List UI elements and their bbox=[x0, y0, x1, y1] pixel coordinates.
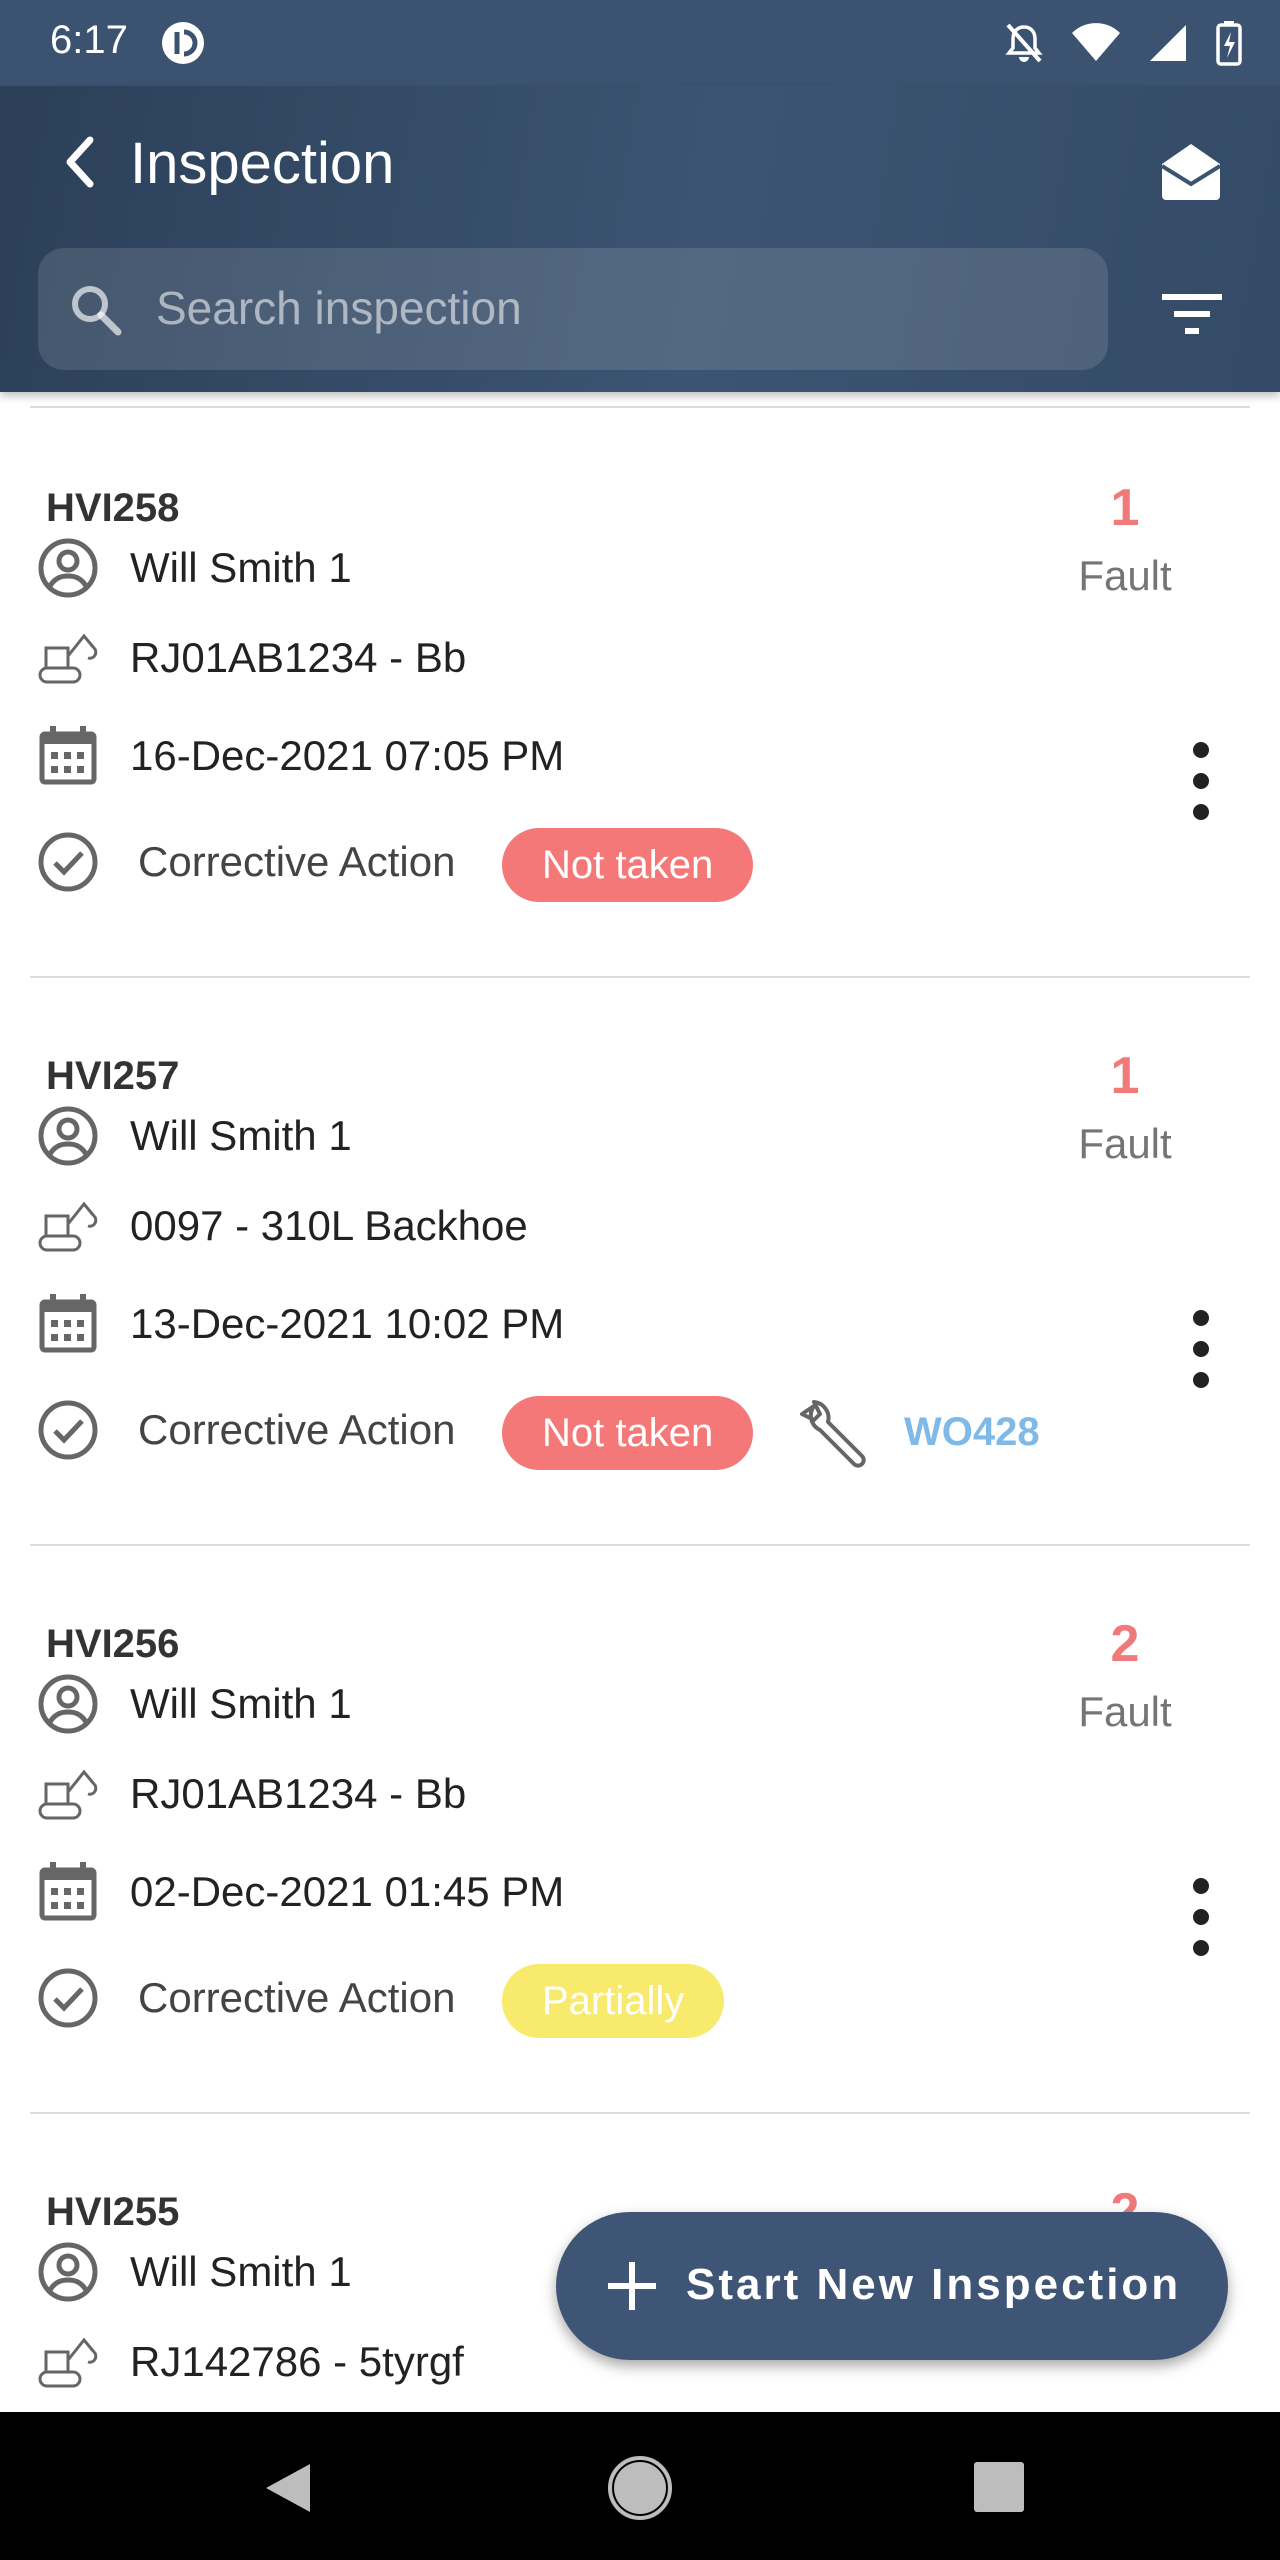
excavator-icon bbox=[38, 1769, 98, 1820]
page-title: Inspection bbox=[130, 131, 395, 196]
inspection-id: HVI256 bbox=[46, 1622, 180, 1666]
wifi-icon bbox=[1072, 23, 1120, 61]
calendar-icon bbox=[39, 1862, 97, 1921]
inspection-id: HVI255 bbox=[46, 2190, 180, 2234]
inspection-card[interactable]: HVI256 2 Fault Will Smith 1 RJ01AB1234 -… bbox=[0, 1546, 1280, 2114]
app-notification-icon bbox=[162, 22, 204, 64]
status-badge: Partially bbox=[502, 1964, 725, 2038]
excavator-icon bbox=[38, 633, 98, 684]
vehicle-row: RJ01AB1234 - Bb bbox=[0, 618, 1000, 698]
nav-back-icon[interactable] bbox=[252, 2452, 324, 2524]
date-row: 16-Dec-2021 07:05 PM bbox=[0, 716, 1000, 796]
mail-open-icon[interactable] bbox=[1158, 138, 1224, 204]
check-circle-icon bbox=[38, 832, 98, 892]
inspector-name: Will Smith 1 bbox=[130, 544, 352, 591]
work-order-link[interactable]: WO428 bbox=[904, 1410, 1040, 1455]
status-time: 6:17 bbox=[50, 18, 128, 62]
status-icons bbox=[1004, 20, 1242, 66]
inspection-card[interactable]: HVI258 1 Fault Will Smith 1 RJ01AB1234 -… bbox=[0, 410, 1280, 978]
inspection-date: 13-Dec-2021 10:02 PM bbox=[130, 1300, 565, 1347]
inspection-id: HVI257 bbox=[46, 1054, 180, 1098]
user-circle-icon bbox=[38, 2242, 98, 2302]
inspection-id: HVI258 bbox=[46, 486, 180, 530]
inspector-name: Will Smith 1 bbox=[130, 2248, 352, 2295]
app-screen: 6:17 Inspection Search inspection HVI258… bbox=[0, 0, 1280, 2560]
inspector-name: Will Smith 1 bbox=[130, 1112, 352, 1159]
fault-label: Fault bbox=[1078, 1688, 1172, 1735]
search-bar[interactable] bbox=[38, 248, 1108, 370]
status-badge: Not taken bbox=[502, 1396, 754, 1470]
user-circle-icon bbox=[38, 538, 98, 598]
inspector-row: Will Smith 1 bbox=[0, 1664, 1000, 1744]
user-circle-icon bbox=[38, 1674, 98, 1734]
nav-home-icon[interactable] bbox=[604, 2452, 676, 2524]
signal-icon bbox=[1150, 25, 1186, 61]
plus-icon bbox=[608, 2262, 656, 2310]
fault-count: 2 bbox=[1110, 1615, 1140, 1673]
vehicle-row: RJ01AB1234 - Bb bbox=[0, 1754, 1000, 1834]
corrective-action-row: Corrective Action Partially bbox=[0, 1958, 1200, 2038]
inspection-date: 02-Dec-2021 01:45 PM bbox=[130, 1868, 565, 1915]
status-bar: 6:17 bbox=[0, 0, 1280, 86]
corrective-action-row: Corrective Action Not taken WO428 bbox=[0, 1390, 1200, 1470]
more-options-icon[interactable] bbox=[1180, 1304, 1222, 1394]
more-options-icon[interactable] bbox=[1180, 736, 1222, 826]
search-icon bbox=[72, 286, 122, 336]
notifications-off-icon bbox=[1005, 23, 1043, 63]
vehicle-name: RJ01AB1234 - Bb bbox=[130, 634, 467, 681]
start-new-inspection-label: Start New Inspection bbox=[686, 2260, 1182, 2309]
calendar-icon bbox=[39, 1294, 97, 1353]
inspection-card[interactable]: HVI257 1 Fault Will Smith 1 0097 - 310L … bbox=[0, 978, 1280, 1546]
list-divider bbox=[30, 406, 1250, 408]
excavator-icon bbox=[38, 1201, 98, 1252]
back-arrow-icon[interactable] bbox=[52, 132, 112, 192]
fault-count: 1 bbox=[1110, 1047, 1140, 1105]
inspector-name: Will Smith 1 bbox=[130, 1680, 352, 1727]
more-options-icon[interactable] bbox=[1180, 1872, 1222, 1962]
excavator-icon bbox=[38, 2337, 98, 2388]
inspector-row: Will Smith 1 bbox=[0, 1096, 1000, 1176]
start-new-inspection-button[interactable]: Start New Inspection bbox=[556, 2212, 1228, 2360]
vehicle-name: RJ01AB1234 - Bb bbox=[130, 1770, 467, 1817]
system-navigation-bar bbox=[0, 2412, 1280, 2560]
vehicle-name: 0097 - 310L Backhoe bbox=[130, 1202, 528, 1249]
inspector-row: Will Smith 1 bbox=[0, 528, 1000, 608]
check-circle-icon bbox=[38, 1968, 98, 2028]
vehicle-row: 0097 - 310L Backhoe bbox=[0, 1186, 1000, 1266]
wrench-icon bbox=[800, 1400, 866, 1468]
search-input[interactable] bbox=[156, 278, 1056, 338]
vehicle-name: RJ142786 - 5tyrgf bbox=[130, 2338, 464, 2385]
check-circle-icon bbox=[38, 1400, 98, 1460]
filter-icon[interactable] bbox=[1160, 286, 1224, 342]
inspection-date: 16-Dec-2021 07:05 PM bbox=[130, 732, 565, 779]
corrective-action-label: Corrective Action bbox=[138, 1406, 456, 1453]
fault-label: Fault bbox=[1078, 552, 1172, 599]
fault-label: Fault bbox=[1078, 1120, 1172, 1167]
corrective-action-label: Corrective Action bbox=[138, 1974, 456, 2021]
corrective-action-label: Corrective Action bbox=[138, 838, 456, 885]
fault-count: 1 bbox=[1110, 479, 1140, 537]
user-circle-icon bbox=[38, 1106, 98, 1166]
corrective-action-row: Corrective Action Not taken bbox=[0, 822, 1200, 902]
date-row: 13-Dec-2021 10:02 PM bbox=[0, 1284, 1000, 1364]
nav-recents-icon[interactable] bbox=[968, 2456, 1030, 2518]
date-row: 02-Dec-2021 01:45 PM bbox=[0, 1852, 1000, 1932]
status-badge: Not taken bbox=[502, 828, 754, 902]
app-header: Inspection bbox=[0, 86, 1280, 392]
calendar-icon bbox=[39, 726, 97, 785]
battery-icon bbox=[1216, 21, 1242, 66]
